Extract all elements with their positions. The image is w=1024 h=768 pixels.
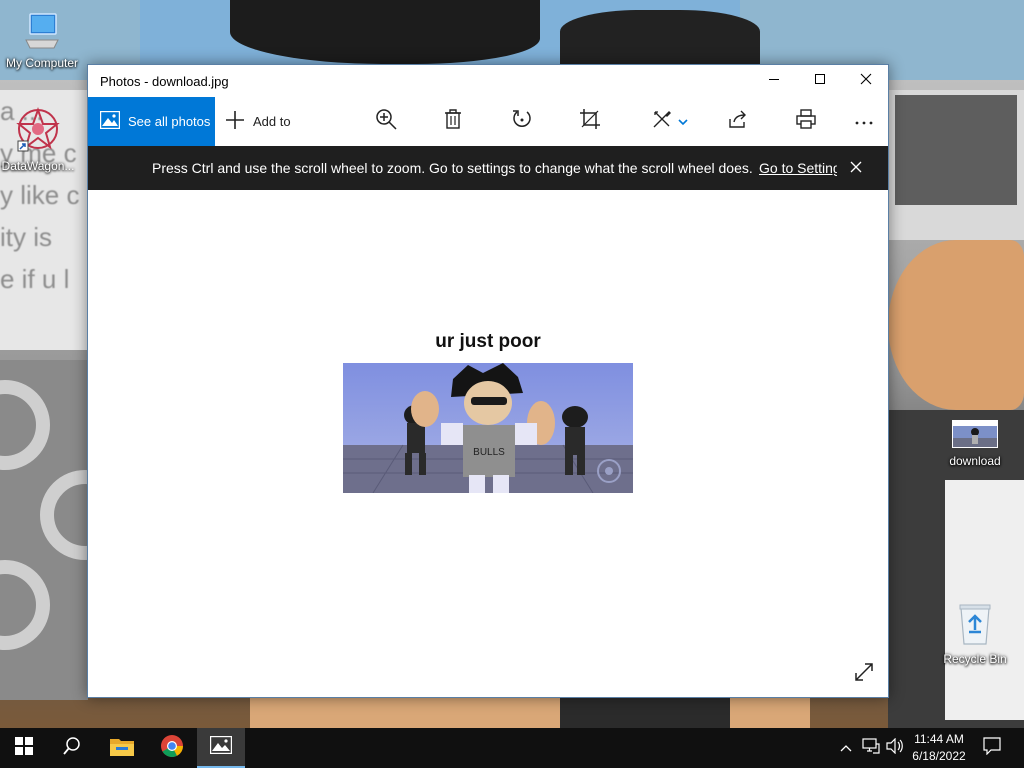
- see-all-photos-button[interactable]: See all photos: [88, 97, 215, 146]
- file-explorer-icon: [110, 736, 134, 761]
- action-center-button[interactable]: [978, 728, 1006, 768]
- rotate-button[interactable]: [502, 97, 542, 146]
- fullscreen-button[interactable]: [850, 660, 878, 688]
- volume-icon: [886, 737, 904, 759]
- window-title: Photos - download.jpg: [100, 74, 229, 89]
- photo: ur just poor BULLS: [343, 321, 633, 493]
- desktop-icon-label: My Computer: [5, 56, 79, 70]
- computer-icon: [0, 10, 84, 53]
- clock-time: 11:44 AM: [914, 732, 964, 746]
- search-button[interactable]: [48, 728, 96, 768]
- recycle-bin-icon: [933, 602, 1017, 649]
- print-button[interactable]: [786, 97, 826, 146]
- crop-icon: [579, 108, 601, 135]
- edit-icon: [652, 109, 672, 134]
- minimize-icon: [768, 72, 780, 90]
- more-options-button[interactable]: [844, 97, 884, 146]
- desktop-icon-download[interactable]: download: [933, 420, 1017, 468]
- desktop-icon-label: download: [949, 454, 1001, 468]
- delete-icon: [444, 109, 462, 134]
- desktop-icon-label: Recycle Bin: [943, 652, 1007, 666]
- notification-icon: [983, 736, 1001, 760]
- title-bar[interactable]: Photos - download.jpg: [88, 65, 888, 97]
- share-icon: [728, 109, 748, 134]
- add-to-button[interactable]: Add to: [225, 97, 291, 146]
- photo-caption: ur just poor: [435, 331, 541, 352]
- start-icon: [15, 736, 33, 760]
- maximize-button[interactable]: [797, 65, 843, 97]
- image-file-icon: [933, 420, 1017, 451]
- zoom-button[interactable]: [366, 97, 406, 146]
- info-message: Press Ctrl and use the scroll wheel to z…: [152, 160, 753, 176]
- close-button[interactable]: [843, 65, 889, 97]
- close-icon: [850, 160, 862, 176]
- expand-icon: [854, 662, 874, 687]
- desktop-icon-my-computer[interactable]: My Computer: [0, 10, 84, 70]
- chevron-down-icon: [678, 113, 688, 131]
- volume-button[interactable]: [884, 728, 906, 768]
- taskbar-clock[interactable]: 11:44 AM 6/18/2022: [906, 731, 972, 765]
- taskbar: 11:44 AM 6/18/2022: [0, 728, 1024, 768]
- desktop-icon-label: DataWagon...: [1, 159, 75, 173]
- minimize-button[interactable]: [751, 65, 797, 97]
- print-icon: [796, 109, 816, 134]
- photos-toolbar: See all photos Add to: [88, 97, 888, 146]
- photos-icon: [209, 735, 233, 759]
- more-icon: [854, 113, 874, 131]
- start-button[interactable]: [0, 728, 48, 768]
- delete-button[interactable]: [433, 97, 473, 146]
- add-to-label: Add to: [253, 114, 291, 129]
- taskbar-file-explorer[interactable]: [98, 728, 146, 768]
- chrome-icon: [160, 734, 184, 763]
- close-icon: [860, 72, 872, 90]
- show-hidden-icons-button[interactable]: [836, 728, 856, 768]
- zoom-info-bar: Press Ctrl and use the scroll wheel to z…: [88, 146, 888, 190]
- plus-icon: [225, 110, 245, 133]
- network-icon: [862, 737, 880, 759]
- desktop-icon-datawagon[interactable]: DataWagon...: [0, 105, 80, 173]
- go-to-settings-link[interactable]: Go to Settings: [759, 160, 837, 176]
- network-button[interactable]: [860, 728, 882, 768]
- desktop-icon-recycle-bin[interactable]: Recycle Bin: [933, 602, 1017, 666]
- taskbar-chrome[interactable]: [148, 728, 196, 768]
- photo-image: BULLS: [343, 363, 633, 493]
- photos-app-icon: [99, 110, 121, 132]
- taskbar-photos[interactable]: [197, 728, 245, 768]
- chevron-up-icon: [840, 739, 852, 757]
- search-icon: [63, 736, 81, 760]
- clock-date: 6/18/2022: [912, 749, 966, 763]
- see-all-photos-label: See all photos: [128, 114, 211, 129]
- share-button[interactable]: [718, 97, 758, 146]
- zoom-in-icon: [375, 108, 397, 135]
- crop-button[interactable]: [570, 97, 610, 146]
- photo-viewer-canvas[interactable]: ur just poor BULLS: [88, 190, 888, 697]
- photos-window: Photos - download.jpg See all photos Add…: [87, 64, 889, 698]
- datawagon-icon: [0, 105, 80, 156]
- edit-create-button[interactable]: [645, 97, 695, 146]
- maximize-icon: [814, 72, 826, 90]
- rotate-icon: [511, 108, 533, 135]
- svg-text:BULLS: BULLS: [473, 447, 505, 458]
- dismiss-info-button[interactable]: [846, 158, 866, 178]
